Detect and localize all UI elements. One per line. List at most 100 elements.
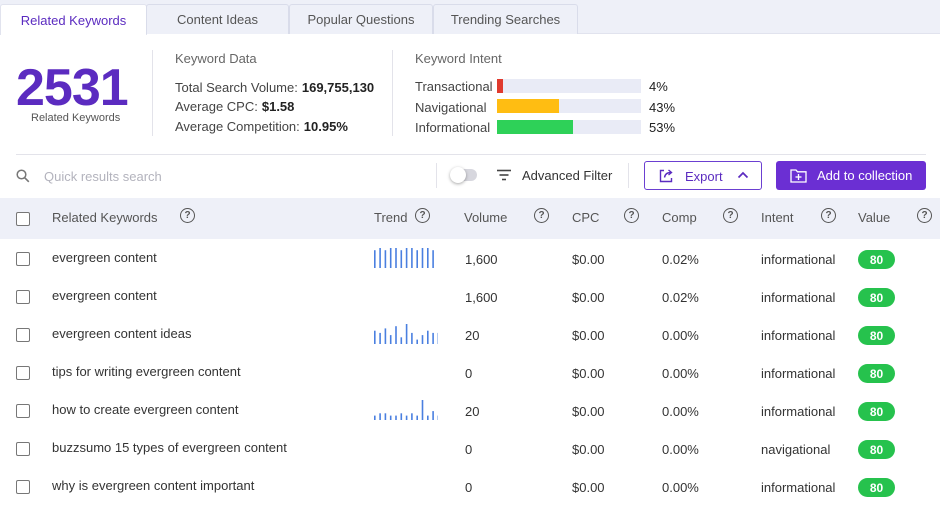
- tab-bar: Related Keywords Content Ideas Popular Q…: [0, 0, 940, 35]
- cpc-cell: $0.00: [572, 252, 605, 267]
- comp-cell: 0.00%: [662, 328, 699, 343]
- intent-navigational-bar: [497, 99, 641, 113]
- trend-bar: [389, 415, 392, 420]
- header-cpc[interactable]: CPC: [572, 210, 599, 225]
- select-all-checkbox[interactable]: [16, 212, 30, 226]
- volume-cell: 1,600: [465, 290, 498, 305]
- header-intent[interactable]: Intent: [761, 210, 794, 225]
- table-row: evergreen content 1,600 $0.00 0.02% info…: [0, 278, 940, 316]
- trend-sparkline: [374, 248, 434, 268]
- volume-cell: 20: [465, 404, 480, 419]
- comp-cell: 0.00%: [662, 480, 699, 495]
- filter-toggle[interactable]: [450, 167, 477, 183]
- intent-navigational-label: Navigational: [415, 100, 487, 115]
- trend-bar: [389, 335, 392, 344]
- tab-trending-searches[interactable]: Trending Searches: [433, 4, 578, 34]
- export-button-label: Export: [685, 169, 723, 184]
- trend-bar: [400, 413, 403, 420]
- advanced-filter-button[interactable]: Advanced Filter: [522, 168, 612, 183]
- help-icon[interactable]: ?: [415, 208, 430, 223]
- trend-bar: [411, 248, 413, 268]
- cpc-cell: $0.00: [572, 290, 605, 305]
- export-button[interactable]: Export: [644, 161, 762, 190]
- add-to-collection-button[interactable]: Add to collection: [776, 161, 926, 190]
- intent-cell: informational: [761, 252, 836, 267]
- trend-bar: [421, 400, 424, 420]
- cpc-cell: $0.00: [572, 442, 605, 457]
- trend-sparkline: [374, 284, 438, 306]
- value-badge: 80: [858, 250, 895, 269]
- comp-cell: 0.02%: [662, 290, 699, 305]
- keyword-cell[interactable]: evergreen content: [52, 250, 157, 265]
- header-related-keywords[interactable]: Related Keywords: [52, 210, 158, 225]
- trend-sparkline: [374, 360, 438, 382]
- trend-bar: [379, 332, 381, 344]
- help-icon[interactable]: ?: [624, 208, 639, 223]
- trend-bar: [427, 330, 429, 344]
- trend-bar: [395, 415, 397, 420]
- row-checkbox[interactable]: [16, 404, 30, 418]
- average-competition-value: 10.95%: [303, 119, 348, 134]
- header-trend[interactable]: Trend: [374, 210, 407, 225]
- help-icon[interactable]: ?: [180, 208, 195, 223]
- table-row: evergreen content ideas 20 $0.00 0.00% i…: [0, 316, 940, 354]
- cpc-cell: $0.00: [572, 328, 605, 343]
- trend-bar: [411, 413, 413, 420]
- value-badge: 80: [858, 402, 895, 421]
- help-icon[interactable]: ?: [534, 208, 549, 223]
- keyword-cell[interactable]: evergreen content: [52, 288, 157, 303]
- trend-bar: [405, 324, 408, 344]
- trend-bar: [432, 411, 434, 420]
- intent-cell: informational: [761, 328, 836, 343]
- keyword-cell[interactable]: buzzsumo 15 types of evergreen content: [52, 440, 287, 455]
- average-cpc-value: $1.58: [261, 99, 295, 114]
- related-keywords-count: 2531: [16, 59, 129, 117]
- trend-bar: [432, 250, 434, 268]
- keyword-cell[interactable]: how to create evergreen content: [52, 402, 238, 417]
- table-row: tips for writing evergreen content 0 $0.…: [0, 354, 940, 392]
- trend-bar: [427, 415, 429, 420]
- row-checkbox[interactable]: [16, 480, 30, 494]
- comp-cell: 0.02%: [662, 252, 699, 267]
- help-icon[interactable]: ?: [723, 208, 738, 223]
- table-row: why is evergreen content important 0 $0.…: [0, 468, 940, 506]
- header-volume[interactable]: Volume: [464, 210, 507, 225]
- cpc-cell: $0.00: [572, 404, 605, 419]
- intent-cell: informational: [761, 480, 836, 495]
- tab-related-keywords[interactable]: Related Keywords: [0, 4, 147, 35]
- intent-cell: informational: [761, 290, 836, 305]
- folder-add-icon: [790, 169, 807, 183]
- filter-icon[interactable]: [497, 169, 511, 181]
- header-comp[interactable]: Comp: [662, 210, 697, 225]
- row-checkbox[interactable]: [16, 328, 30, 342]
- tab-content-ideas[interactable]: Content Ideas: [146, 4, 289, 34]
- keyword-cell[interactable]: why is evergreen content important: [52, 478, 254, 493]
- divider: [436, 163, 437, 188]
- average-cpc-label: Average CPC:: [175, 99, 258, 114]
- keyword-cell[interactable]: evergreen content ideas: [52, 326, 191, 341]
- trend-bar: [427, 248, 429, 268]
- trend-bar: [384, 413, 387, 420]
- search-input[interactable]: [44, 166, 424, 186]
- search-icon: [16, 169, 30, 183]
- row-checkbox[interactable]: [16, 442, 30, 456]
- tab-popular-questions[interactable]: Popular Questions: [289, 4, 433, 34]
- intent-informational-label: Informational: [415, 120, 491, 135]
- row-checkbox[interactable]: [16, 366, 30, 380]
- keyword-cell[interactable]: tips for writing evergreen content: [52, 364, 241, 379]
- row-checkbox[interactable]: [16, 290, 30, 304]
- trend-bar: [379, 413, 381, 420]
- trend-bar: [416, 339, 418, 344]
- row-checkbox[interactable]: [16, 252, 30, 266]
- intent-cell: informational: [761, 404, 836, 419]
- trend-bar: [395, 248, 397, 268]
- help-icon[interactable]: ?: [821, 208, 836, 223]
- trend-sparkline: [374, 400, 438, 420]
- comp-cell: 0.00%: [662, 404, 699, 419]
- intent-transactional-pct: 4%: [649, 79, 668, 94]
- help-icon[interactable]: ?: [917, 208, 932, 223]
- trend-bar: [374, 250, 376, 268]
- table-row: evergreen content 1,600 $0.00 0.02% info…: [0, 240, 940, 278]
- volume-cell: 20: [465, 328, 480, 343]
- header-value[interactable]: Value: [858, 210, 890, 225]
